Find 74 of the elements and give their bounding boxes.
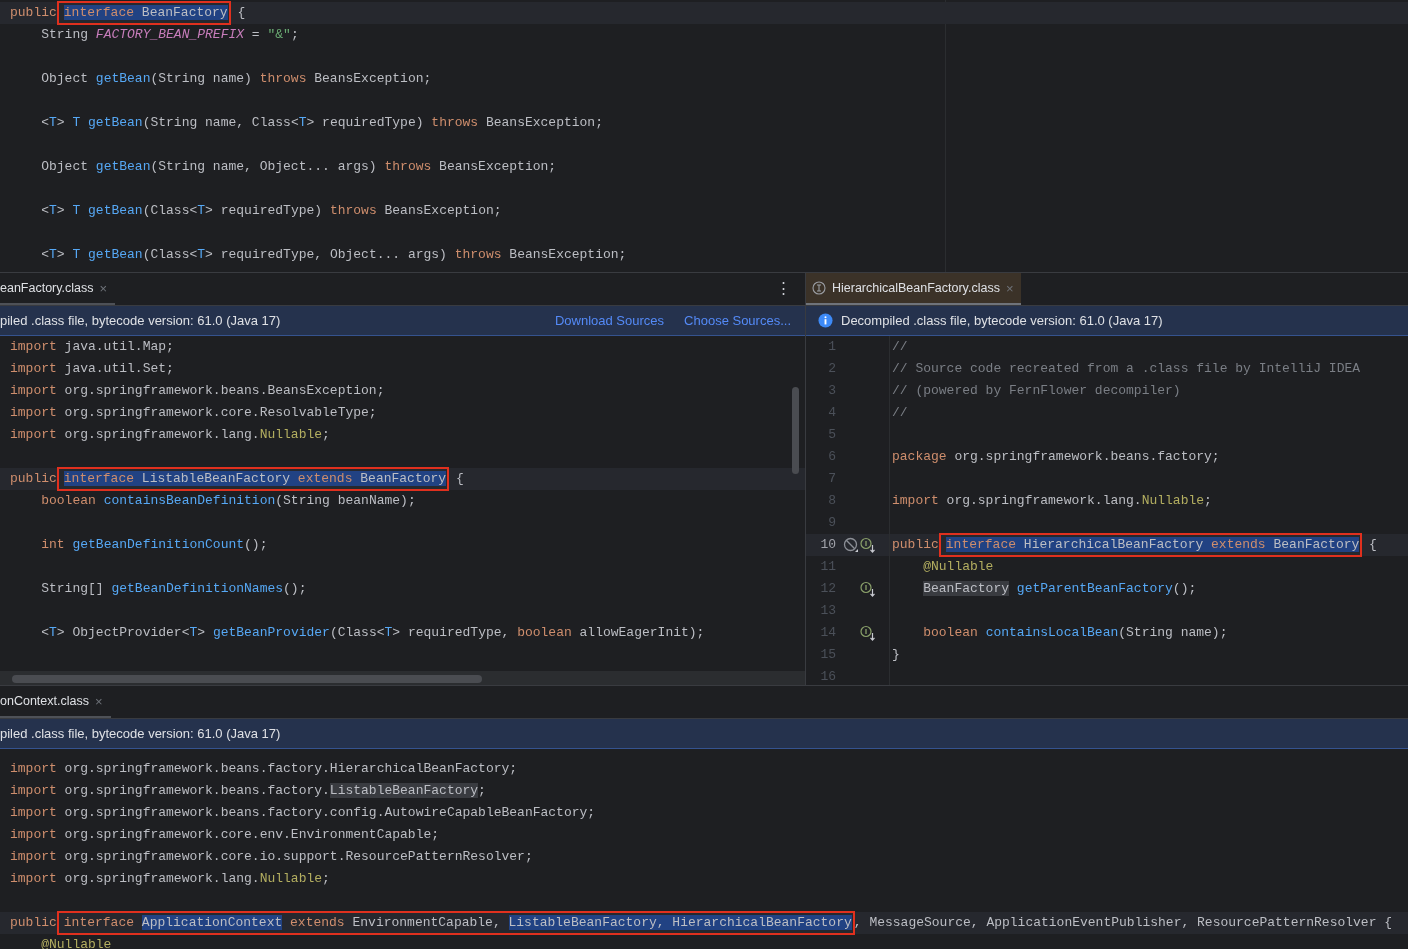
code-line: boolean containsBeanDefinition(String beanName); — [40, 492, 416, 510]
link[interactable]: Download Sources — [554, 313, 665, 328]
code-token: extends — [289, 915, 345, 930]
close-icon[interactable]: × — [99, 280, 108, 296]
more-menu-icon[interactable]: ⋮ — [776, 279, 791, 297]
code-line: <T> T getBean(Class<T> requiredType) throws BeansException; — [40, 202, 502, 220]
selected-text: HierarchicalBeanFactory — [1023, 537, 1212, 552]
code-line: <T> ObjectProvider<T> getBeanProvider(Class<T> requiredType, boolean allowEagerInit); — [40, 624, 705, 642]
code-line: import org.springframework.lang.Nullable; — [10, 870, 330, 888]
code-text: public — [10, 914, 57, 932]
code-line: Object getBean(String name) throws BeansException; — [40, 70, 432, 88]
line-number: 10 — [819, 536, 836, 554]
scrollbar[interactable] — [12, 675, 482, 683]
code-text: , MessageSource, ApplicationEventPublisher, ResourcePatternResolver { — [853, 914, 1393, 932]
code-line: import org.springframework.beans.factory.HierarchicalBeanFactory; — [10, 760, 518, 778]
selected-text: extends — [297, 471, 361, 486]
code-line: Object getBean(String name, Object... args) throws BeansException; — [40, 158, 557, 176]
code-line: import java.util.Set; — [10, 360, 174, 378]
scrollbar[interactable] — [792, 387, 799, 474]
code-line: <T> T getBean(String name, Class<T> requiredType) throws BeansException; — [40, 114, 603, 132]
code-line: import java.util.Map; — [10, 338, 174, 356]
code-line: import org.springframework.core.env.EnvironmentCapable; — [10, 826, 440, 844]
code-text: public — [892, 536, 939, 554]
code-line: String[] getBeanDefinitionNames(); — [40, 580, 307, 598]
info-icon — [818, 313, 833, 328]
close-icon[interactable]: × — [94, 693, 103, 709]
slashed-circle-icon[interactable] — [843, 537, 859, 553]
code-line: import org.springframework.core.ResolvableType; — [10, 404, 377, 422]
code-line: import org.springframework.lang.Nullable; — [10, 426, 330, 444]
code-line: <T> T getBean(Class<T> requiredType, Object... args) throws BeansException; — [40, 246, 627, 264]
selected-text: ApplicationContext — [141, 915, 283, 930]
code-line: // — [892, 404, 908, 422]
code-line: import org.springframework.beans.factory.ListableBeanFactory; — [10, 782, 486, 800]
code-token: interface — [63, 915, 136, 930]
code-text: { — [1368, 536, 1377, 554]
selected-text: interface — [945, 537, 1024, 552]
code-line: @Nullable — [922, 558, 994, 576]
interface-arrow-icon[interactable] — [860, 625, 876, 641]
selected-text: BeanFactory — [360, 471, 447, 486]
code-text: public — [10, 470, 57, 488]
code-line: package org.springframework.beans.factory; — [892, 448, 1220, 466]
code-line: import org.springframework.beans.BeansException; — [10, 382, 385, 400]
interface-arrow-icon[interactable] — [860, 537, 876, 553]
code-line: } — [892, 646, 900, 664]
code-text: { — [236, 4, 246, 22]
selected-text: BeanFactory — [1273, 537, 1360, 552]
code-line: import org.springframework.lang.Nullable; — [892, 492, 1212, 510]
code-line: // (powered by FernFlower decompiler) — [892, 382, 1181, 400]
close-icon[interactable]: × — [1005, 280, 1014, 296]
selected-text: interface — [63, 471, 142, 486]
code-line: // Source code recreated from a .class file by IntelliJ IDEA — [892, 360, 1361, 378]
selected-text: ListableBeanFactory — [141, 471, 298, 486]
selected-text: ListableBeanFactory, HierarchicalBeanFactory — [508, 915, 852, 930]
code-line: boolean containsLocalBean(String name); — [922, 624, 1228, 642]
interface-icon — [812, 281, 826, 295]
code-token: EnvironmentCapable, — [351, 915, 502, 930]
selected-text: BeanFactory — [141, 5, 228, 20]
selected-text: extends — [1211, 537, 1274, 552]
editor-tab[interactable]: HierarchicalBeanFactory.class × — [806, 273, 1022, 305]
interface-arrow-icon[interactable] — [860, 581, 876, 597]
code-line: String FACTORY_BEAN_PREFIX = "&"; — [40, 26, 299, 44]
selected-text: interface — [63, 5, 142, 20]
code-text: public — [10, 4, 57, 22]
code-line: import org.springframework.beans.factory.config.AutowireCapableBeanFactory; — [10, 804, 596, 822]
banner-text: Decompiled .class file, bytecode version: 61.0 (Java 17) — [841, 313, 1164, 328]
link[interactable]: Choose Sources... — [684, 313, 791, 328]
code-text: { — [454, 470, 464, 488]
code-line: import org.springframework.core.io.support.ResourcePatternResolver; — [10, 848, 533, 866]
code-line: // — [892, 338, 908, 356]
banner-text: piled .class file, bytecode version: 61.0 (Java 17) — [0, 726, 282, 741]
code-line: BeanFactory getParentBeanFactory(); — [923, 580, 1197, 598]
code-line: @Nullable — [40, 936, 112, 949]
code-line: int getBeanDefinitionCount(); — [40, 536, 268, 554]
banner-text: piled .class file, bytecode version: 61.0 (Java 17) — [0, 313, 282, 328]
